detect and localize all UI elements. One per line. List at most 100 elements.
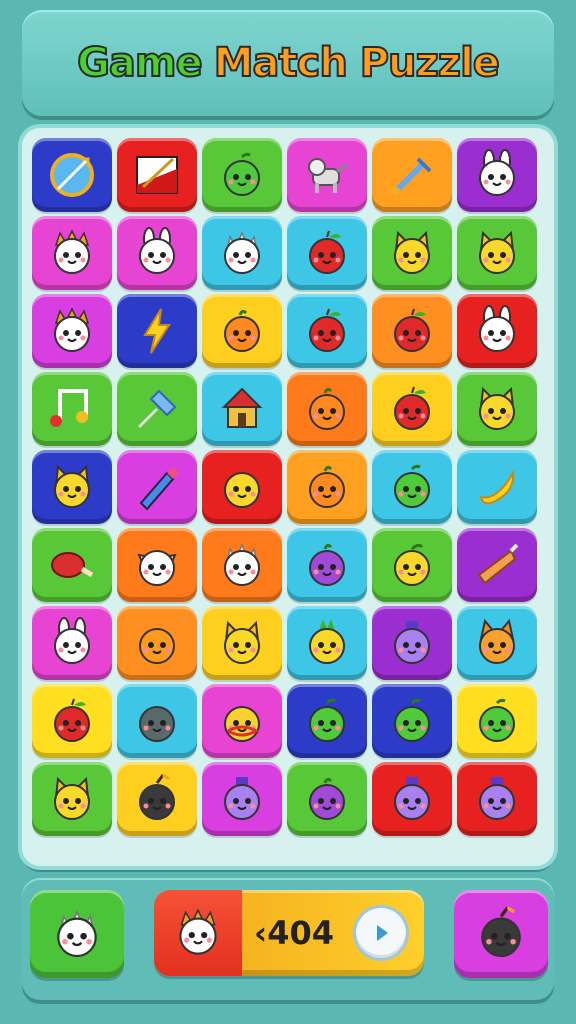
banana-icon — [479, 469, 515, 505]
tile[interactable] — [457, 684, 537, 758]
tile[interactable] — [287, 606, 367, 680]
tile[interactable] — [202, 684, 282, 758]
tile[interactable] — [202, 372, 282, 446]
tile[interactable] — [372, 684, 452, 758]
tile[interactable] — [372, 606, 452, 680]
tile[interactable] — [287, 216, 367, 290]
tile[interactable] — [32, 294, 112, 368]
tile[interactable] — [202, 606, 282, 680]
tile[interactable] — [32, 216, 112, 290]
tile[interactable] — [287, 294, 367, 368]
play-button[interactable] — [356, 908, 406, 958]
tile[interactable] — [117, 216, 197, 290]
tile[interactable] — [117, 372, 197, 446]
tile[interactable] — [32, 684, 112, 758]
tile[interactable] — [457, 372, 537, 446]
tile[interactable] — [32, 762, 112, 836]
sword-icon — [392, 157, 432, 195]
tile[interactable] — [457, 450, 537, 524]
tile[interactable] — [372, 450, 452, 524]
tile[interactable] — [457, 528, 537, 602]
tile[interactable] — [202, 138, 282, 212]
tile[interactable] — [457, 138, 537, 212]
yellow-blob-icon — [224, 706, 260, 742]
tile[interactable] — [32, 528, 112, 602]
hedgehog-icon — [224, 543, 260, 586]
sun-cat-icon — [54, 229, 90, 274]
tile[interactable] — [117, 606, 197, 680]
sun-cat-icon — [54, 307, 90, 352]
tile[interactable] — [287, 684, 367, 758]
right-powerup-button[interactable] — [454, 890, 548, 978]
bottom-bar: ‹404 — [22, 878, 554, 1000]
tile[interactable] — [202, 450, 282, 524]
drumstick-icon — [51, 552, 94, 578]
tile[interactable] — [372, 138, 452, 212]
bottle-icon — [394, 777, 430, 820]
tile[interactable] — [287, 138, 367, 212]
tile[interactable] — [457, 294, 537, 368]
tile[interactable] — [372, 372, 452, 446]
tile[interactable] — [372, 762, 452, 836]
tile[interactable] — [117, 138, 197, 212]
tile[interactable] — [202, 762, 282, 836]
house-icon — [221, 387, 263, 428]
pineapple-icon — [309, 619, 345, 664]
tile[interactable] — [202, 216, 282, 290]
tile[interactable] — [202, 294, 282, 368]
green-fruit-icon — [479, 698, 515, 742]
tile[interactable] — [117, 762, 197, 836]
tile[interactable] — [117, 294, 197, 368]
tile[interactable] — [372, 294, 452, 368]
score-value: ‹404 — [254, 914, 334, 952]
title-word-match-puzzle: Match Puzzle — [213, 39, 501, 87]
tile[interactable] — [287, 372, 367, 446]
blob-icon — [224, 472, 260, 508]
tile[interactable] — [32, 606, 112, 680]
tile[interactable] — [287, 762, 367, 836]
bottle-icon — [224, 777, 260, 820]
tile[interactable] — [287, 450, 367, 524]
tile[interactable] — [457, 216, 537, 290]
tile[interactable] — [372, 216, 452, 290]
orange-icon — [224, 309, 260, 352]
tile[interactable] — [372, 528, 452, 602]
bunny-icon — [54, 617, 90, 664]
tile[interactable] — [287, 528, 367, 602]
lightning-icon — [143, 308, 171, 354]
crayon-icon — [139, 467, 179, 511]
tile[interactable] — [117, 450, 197, 524]
score-bar: ‹404 — [154, 890, 424, 976]
bomb-icon — [481, 906, 521, 958]
tile[interactable] — [32, 138, 112, 212]
tile[interactable] — [32, 450, 112, 524]
tile[interactable] — [117, 684, 197, 758]
lemon-icon — [394, 543, 430, 586]
fox-icon — [479, 618, 515, 664]
apple-icon — [394, 308, 430, 352]
tile[interactable] — [117, 528, 197, 602]
left-powerup-button[interactable] — [30, 890, 124, 978]
tile[interactable] — [202, 528, 282, 602]
music-note-icon — [50, 389, 88, 427]
orange-icon — [309, 387, 345, 430]
gray-ball-icon — [139, 706, 175, 742]
bomb-icon — [139, 773, 175, 820]
carrot-icon — [477, 543, 519, 585]
title-word-game: Game — [76, 39, 204, 87]
purple-fruit-icon — [309, 543, 345, 586]
compass-icon — [50, 153, 94, 197]
cat-icon — [394, 230, 430, 274]
green-fruit-icon — [224, 152, 260, 196]
game-board — [22, 128, 554, 866]
apple-icon — [394, 386, 430, 430]
purple-fruit-icon — [309, 777, 345, 820]
tile[interactable] — [457, 606, 537, 680]
tile[interactable] — [457, 762, 537, 836]
tile[interactable] — [32, 372, 112, 446]
score-icon-box — [154, 890, 242, 976]
apple-icon — [309, 230, 345, 274]
green-fruit-icon — [309, 698, 345, 742]
play-icon — [377, 925, 388, 941]
dog-icon — [137, 550, 177, 586]
